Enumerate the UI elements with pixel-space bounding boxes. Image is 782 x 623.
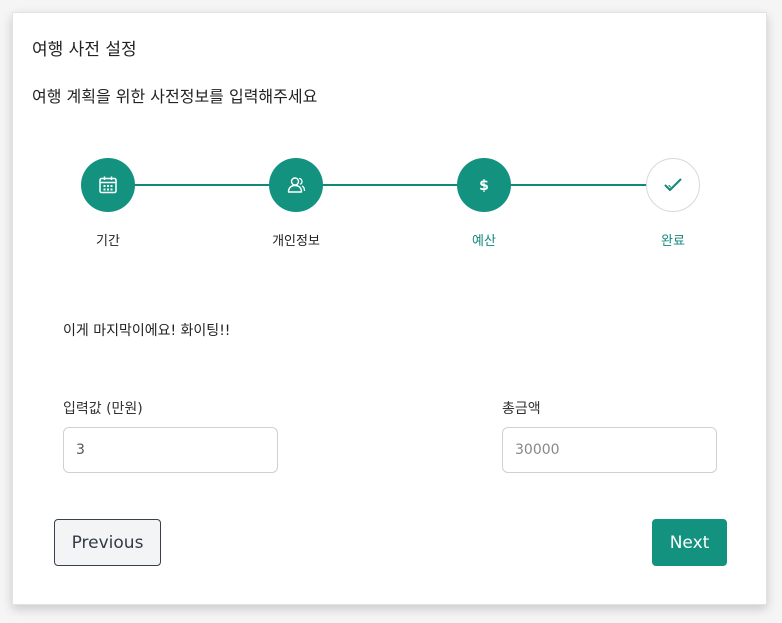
next-button[interactable]: Next — [652, 519, 727, 566]
amount-input-label: 입력값 (만원) — [63, 401, 143, 417]
check-icon — [664, 178, 682, 191]
step-3-label: 예산 — [472, 234, 496, 249]
users-icon — [287, 177, 306, 193]
step-4-circle[interactable] — [646, 158, 700, 212]
previous-button[interactable]: Previous — [54, 519, 161, 566]
step-2-label: 개인정보 — [272, 234, 320, 249]
calendar-icon — [99, 176, 117, 194]
step-4-label: 완료 — [661, 234, 685, 249]
step-connector — [499, 184, 661, 186]
step-3-circle[interactable]: $ — [457, 158, 511, 212]
step-1-circle[interactable] — [81, 158, 135, 212]
stepper: 기간 개인정보 $ 예산 완료 — [13, 13, 766, 604]
settings-card: 여행 사전 설정 여행 계획을 위한 사전정보를 입력해주세요 기간 개인정보 … — [12, 12, 767, 605]
step-1-label: 기간 — [96, 234, 120, 249]
total-amount-input[interactable] — [502, 427, 717, 473]
total-amount-label: 총금액 — [502, 401, 541, 417]
amount-input[interactable] — [63, 427, 278, 473]
dollar-icon: $ — [479, 178, 489, 194]
encouragement-message: 이게 마지막이에요! 화이팅!! — [63, 323, 231, 339]
svg-text:$: $ — [479, 178, 489, 194]
step-2-circle[interactable] — [269, 158, 323, 212]
